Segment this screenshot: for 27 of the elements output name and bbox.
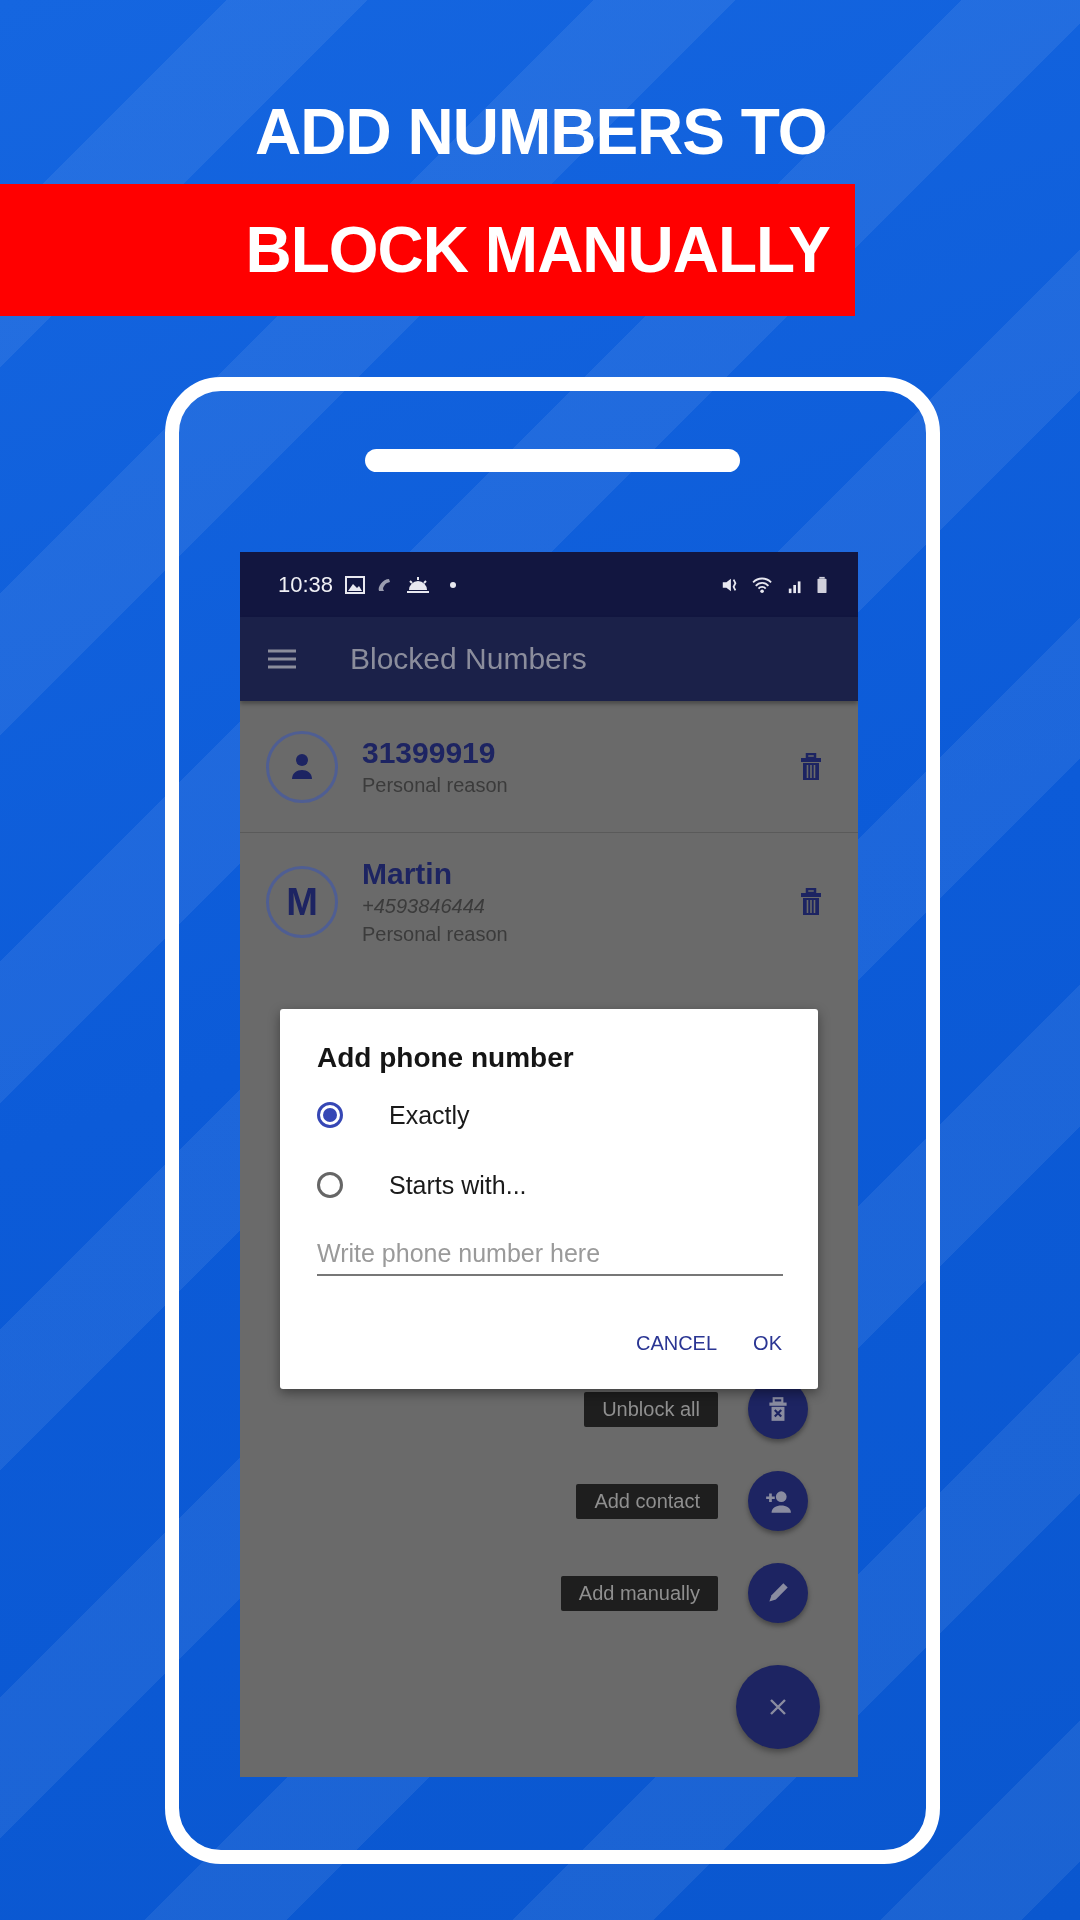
battery-icon [816, 575, 828, 594]
close-icon [768, 1697, 788, 1717]
contact-name: 31399919 [362, 734, 497, 771]
weather-icon [405, 575, 432, 594]
image-icon [345, 575, 366, 594]
delete-icon[interactable] [800, 888, 822, 916]
option-label[interactable]: Starts with... [389, 1170, 527, 1200]
delete-icon[interactable] [800, 752, 822, 781]
dot-icon [449, 580, 458, 589]
banner-text: BLOCK MANUALLY [245, 213, 830, 287]
option-label[interactable]: Exactly [389, 1100, 470, 1130]
radio-button[interactable] [317, 1172, 343, 1198]
dialog-button[interactable]: OK [745, 1326, 790, 1361]
person-icon [290, 752, 314, 781]
fab-label: Add manually [560, 1575, 718, 1611]
dialog-button[interactable]: CANCEL [627, 1326, 726, 1361]
fab-label: Add contact [576, 1483, 718, 1519]
fab-label: Unblock all [584, 1391, 718, 1427]
close-fab[interactable] [736, 1665, 820, 1749]
contact-name: Martin [362, 856, 453, 892]
app-title: Blocked Numbers [350, 642, 587, 676]
status-time: 10:38 [278, 571, 334, 598]
dialog-title: Add phone number [317, 1041, 575, 1075]
radio-button[interactable] [317, 1102, 343, 1128]
headline: ADD NUMBERS TO [255, 95, 827, 170]
avatar-initial: M [266, 866, 338, 938]
menu-icon[interactable] [268, 649, 296, 669]
